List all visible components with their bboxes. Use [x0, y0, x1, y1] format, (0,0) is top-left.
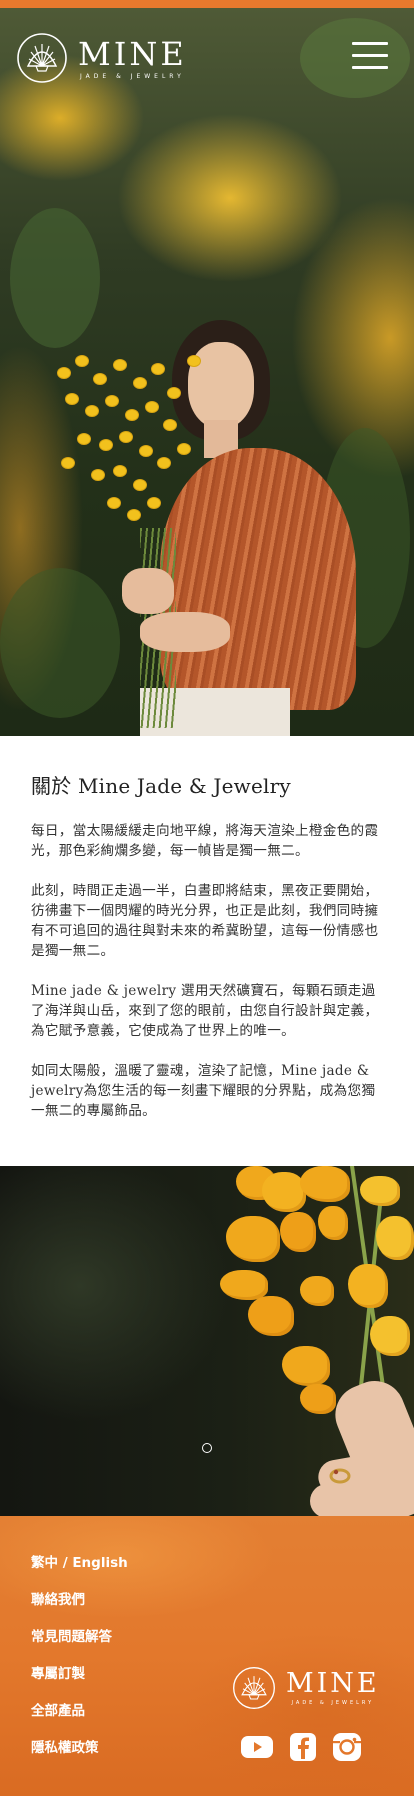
footer-link-label[interactable]: 隱私權政策: [31, 1740, 99, 1756]
brand-name: MINE: [78, 34, 187, 73]
about-paragraph: 每日，當太陽緩緩走向地平線，將海天渲染上橙金色的霞光，那色彩絢爛多變，每一幀皆是…: [31, 823, 379, 859]
footer-link-language[interactable]: 繁中 / English: [31, 1554, 128, 1591]
top-accent-strip: [0, 0, 414, 8]
about-title: 關於 Mine Jade & Jewelry: [31, 774, 291, 798]
orchid-petal: [220, 1270, 268, 1300]
brand-tagline: JADE & JEWELRY: [80, 72, 185, 80]
model-hand: [140, 612, 230, 652]
model-hand: [122, 568, 174, 614]
about-paragraph: Mine jade & jewelry 選用天然礦寶石，每顆石頭走過了海洋與山岳…: [31, 983, 379, 1039]
footer-link-label[interactable]: 繁中 / English: [31, 1555, 128, 1571]
about-paragraph: 如同太陽般，溫暖了靈魂，渲染了記憶，Mine jade & jewelry為您生…: [31, 1063, 376, 1119]
footer-brand-logo[interactable]: MINE JADE & JEWELRY: [232, 1666, 380, 1710]
foliage-blur: [10, 208, 100, 348]
orchid-petal: [248, 1296, 294, 1336]
footer-link-all-products[interactable]: 全部產品: [31, 1702, 128, 1739]
hamburger-menu-icon[interactable]: [352, 42, 388, 70]
orchid-petal: [376, 1216, 414, 1260]
youtube-icon[interactable]: [240, 1732, 274, 1762]
footer-link-label[interactable]: 聯絡我們: [31, 1592, 85, 1608]
instagram-icon[interactable]: [330, 1732, 364, 1762]
orchid-petal: [318, 1206, 348, 1240]
footer: 繁中 / English 聯絡我們 常見問題解答 專屬訂製 全部產品 隱私權政策…: [0, 1516, 414, 1796]
shell-logo-icon: [17, 33, 67, 83]
orchid-petal: [262, 1172, 306, 1212]
brand-logo[interactable]: MINE JADE & JEWELRY: [16, 32, 187, 84]
orchid-petal: [226, 1216, 280, 1262]
orchid-petal: [348, 1264, 388, 1308]
footer-link-label[interactable]: 常見問題解答: [31, 1629, 112, 1645]
about-paragraph: 此刻，時間正走過一半，白晝即將結束，黑夜正要開始，彷彿畫下一個閃耀的時光分界，也…: [31, 883, 379, 959]
yellow-orchid-bouquet: [48, 348, 208, 548]
footer-brand-tagline: JADE & JEWELRY: [291, 1700, 375, 1706]
orchid-petal: [300, 1276, 334, 1306]
footer-brand-name: MINE: [286, 1668, 380, 1699]
about-section: 關於 Mine Jade & Jewelry 每日，當太陽緩緩走向地平線，將海天…: [0, 736, 414, 1166]
orchid-petal: [282, 1346, 330, 1386]
facebook-icon[interactable]: [286, 1732, 320, 1762]
footer-link-contact[interactable]: 聯絡我們: [31, 1591, 128, 1628]
footer-link-label[interactable]: 全部產品: [31, 1703, 85, 1719]
hand-finger: [310, 1484, 400, 1516]
foliage-blur: [0, 568, 120, 718]
footer-link-label[interactable]: 專屬訂製: [31, 1666, 85, 1682]
footer-link-privacy[interactable]: 隱私權政策: [31, 1739, 128, 1776]
orchid-petal: [300, 1166, 350, 1202]
orchid-petal: [370, 1316, 410, 1356]
slider-dot[interactable]: [202, 1443, 212, 1453]
footer-link-faq[interactable]: 常見問題解答: [31, 1628, 128, 1665]
footer-link-custom-order[interactable]: 專屬訂製: [31, 1665, 128, 1702]
gold-ring-icon: [329, 1468, 351, 1484]
shell-logo-icon: [233, 1667, 275, 1709]
image-slider[interactable]: [0, 1166, 414, 1516]
orchid-petal: [300, 1384, 336, 1414]
hero-image: MINE JADE & JEWELRY: [0, 8, 414, 736]
orchid-petal: [280, 1212, 316, 1252]
orchid-petal: [360, 1176, 400, 1206]
footer-nav: 繁中 / English 聯絡我們 常見問題解答 專屬訂製 全部產品 隱私權政策: [31, 1554, 128, 1776]
